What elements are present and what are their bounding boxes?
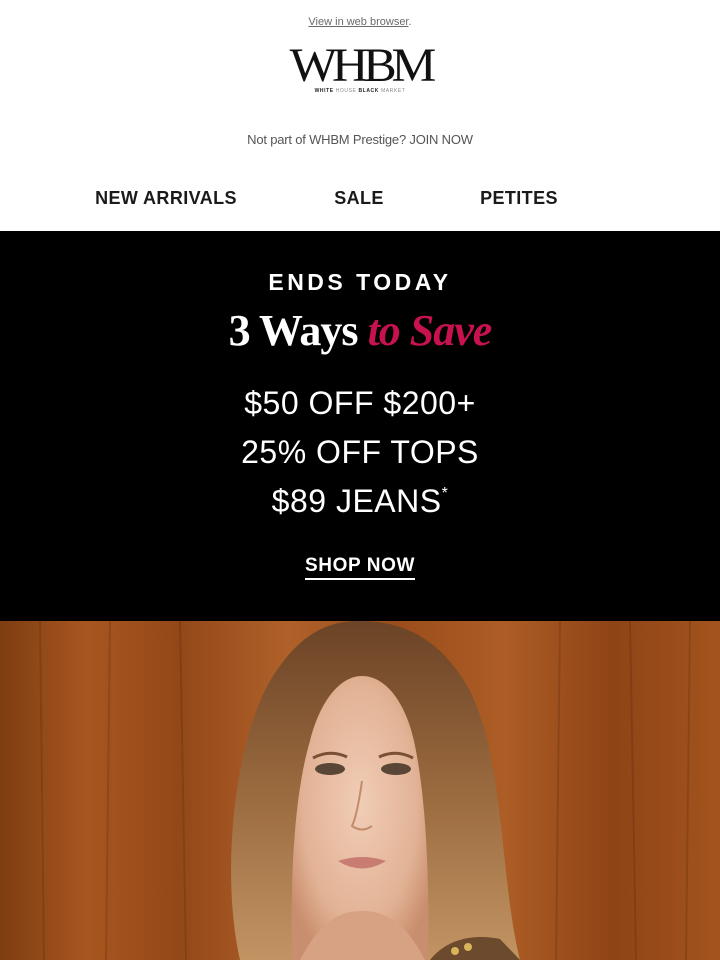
nav-petites[interactable]: PETITES (449, 188, 589, 209)
join-now-link[interactable]: JOIN NOW (409, 132, 473, 147)
promo-headline: 3 Ways to Save (0, 305, 720, 356)
logo-sub-house: HOUSE (335, 88, 357, 94)
web-browser-line: View in web browser. (0, 16, 720, 28)
shop-now-button[interactable]: SHOP NOW (304, 555, 415, 580)
nav-new-arrivals[interactable]: NEW ARRIVALS (66, 188, 266, 209)
main-nav: NEW ARRIVALS SALE PETITES (0, 188, 720, 214)
offer-line: $50 OFF $200+ (244, 385, 476, 421)
logo-sub-white: WHITE (314, 88, 334, 94)
offer-text: $89 JEANS (271, 483, 442, 519)
logo-subtitle: WHITE HOUSE BLACK MARKET (0, 88, 720, 94)
hero-image[interactable] (0, 621, 720, 960)
offer-line: 25% OFF TOPS (241, 434, 479, 470)
logo-sub-black: BLACK (358, 88, 379, 94)
prestige-line: Not part of WHBM Prestige? JOIN NOW (0, 132, 720, 147)
brand-logo[interactable]: WHBM (0, 39, 720, 92)
shop-now-wrap: SHOP NOW (0, 555, 720, 580)
nav-sale[interactable]: SALE (299, 188, 419, 209)
ends-today-heading: ENDS TODAY (268, 269, 452, 295)
offer-asterisk: * (441, 485, 449, 502)
email-page: View in web browser. WHBM WHITE HOUSE BL… (0, 0, 720, 960)
headline-main: 3 Ways (228, 306, 359, 355)
offer-line: $89 JEANS* (0, 483, 720, 520)
logo-sub-market: MARKET (380, 88, 406, 94)
model-photo (0, 621, 720, 960)
prestige-text: Not part of WHBM Prestige? (247, 132, 406, 147)
promo-banner[interactable]: ENDS TODAY 3 Ways to Save $50 OFF $200+ … (0, 231, 720, 621)
logo-wordmark: WHBM (289, 39, 436, 92)
email-header: View in web browser. WHBM WHITE HOUSE BL… (0, 0, 720, 231)
web-link-period: . (408, 16, 412, 28)
view-in-browser-link[interactable]: View in web browser (308, 16, 408, 28)
headline-accent: to Save (367, 306, 493, 355)
